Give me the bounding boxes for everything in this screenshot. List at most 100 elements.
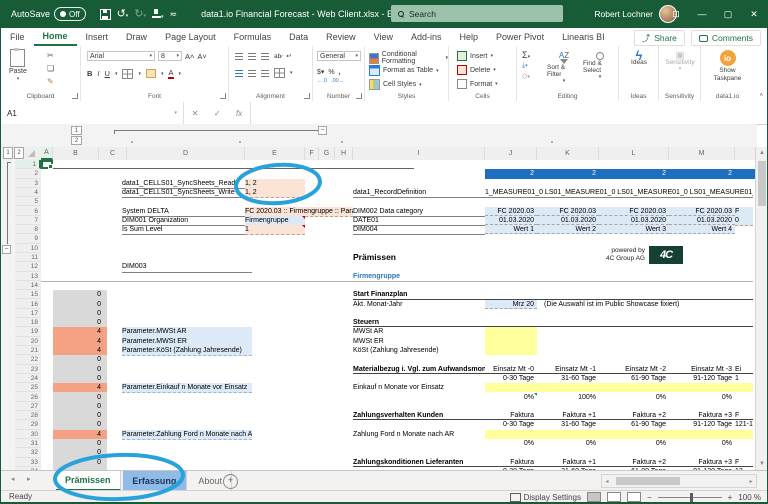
delete-cells-button[interactable]: Delete ▾	[457, 65, 496, 75]
wrap-text-icon[interactable]: ↵	[286, 52, 291, 60]
cell-K8[interactable]: Wert 2	[537, 225, 599, 235]
cell-J29[interactable]: 0-30 Tage	[485, 420, 537, 429]
scroll-up-icon[interactable]: ▲	[756, 147, 767, 159]
row-header-3[interactable]: 3	[15, 179, 41, 188]
cell-I8[interactable]: DIM004	[353, 225, 485, 236]
row-outline-level-1-button[interactable]: 1	[3, 147, 13, 159]
row-header-4[interactable]: 4	[15, 188, 41, 198]
tab-file[interactable]: File	[1, 28, 34, 46]
cell-D30[interactable]: Parameter.Zahlung Ford n Monate nach AR	[122, 429, 252, 440]
row-header-6[interactable]: 6	[15, 207, 41, 216]
cell-B18[interactable]: 0	[53, 318, 107, 327]
cell-D12[interactable]: DIM003	[122, 262, 252, 273]
input-row-yellow[interactable]	[485, 429, 753, 439]
tab-insert[interactable]: Insert	[77, 28, 118, 46]
row-header-28[interactable]: 28	[15, 411, 41, 421]
cell-B23[interactable]: 0	[53, 365, 107, 374]
tab-linearis-bi[interactable]: Linearis BI	[553, 28, 614, 46]
underline-button[interactable]: U	[105, 69, 110, 78]
column-header-B[interactable]: B	[53, 147, 99, 160]
page-layout-view-button[interactable]	[606, 492, 621, 502]
cell-M26[interactable]: 0%	[669, 393, 735, 402]
ribbon-display-options-icon[interactable]: ⊡	[663, 0, 689, 28]
row-header-8[interactable]: 8	[15, 225, 41, 235]
cell-I30[interactable]: Zahlung Ford n Monate nach AR	[353, 430, 485, 439]
tab-draw[interactable]: Draw	[117, 28, 156, 46]
percent-style-icon[interactable]: %	[328, 69, 334, 76]
font-size-select[interactable]: 8 ▾	[158, 51, 182, 61]
merge-caret-icon[interactable]: ▾	[290, 70, 293, 76]
cell-L26[interactable]: 0%	[599, 393, 669, 402]
column-header-K[interactable]: K	[537, 147, 599, 160]
cell-J26[interactable]: 0%	[485, 392, 537, 402]
cell-J6[interactable]: FC 2020.03	[485, 206, 537, 216]
column-header-M[interactable]: M	[669, 147, 735, 160]
cell-B24[interactable]: 0	[53, 374, 107, 383]
insert-function-icon[interactable]: fx	[236, 109, 242, 118]
select-all-button[interactable]	[28, 150, 35, 157]
cell-B16[interactable]: 0	[53, 300, 107, 309]
row-header-15[interactable]: 15	[15, 290, 41, 300]
cell-I25[interactable]: Einkauf n Monate vor Einsatz	[353, 383, 485, 392]
cell-record-definition-values[interactable]: 1_MEASURE01_0 LS01_MEASURE01_0 LS01_MEAS…	[485, 188, 753, 199]
autosum-button[interactable]: Σ▾	[522, 50, 530, 60]
row-header-21[interactable]: 21	[15, 346, 41, 356]
cell-B19[interactable]: 4	[53, 327, 107, 336]
tab-help[interactable]: Help	[451, 28, 488, 46]
row-header-1[interactable]: 1	[15, 160, 41, 170]
cell-J7[interactable]: 01.03.2020	[485, 215, 537, 226]
minimize-icon[interactable]: —	[689, 0, 715, 28]
cell-B22[interactable]: 0	[53, 355, 107, 364]
cell-clipped-29[interactable]: 121-1	[735, 420, 753, 429]
cell-K31[interactable]: 0%	[537, 439, 599, 448]
paste-button[interactable]: Paste ▾	[9, 48, 27, 82]
cell-I13[interactable]: Firmengruppe	[353, 272, 485, 281]
cell-K6[interactable]: FC 2020.03	[537, 206, 599, 216]
align-left-icon[interactable]	[235, 69, 243, 77]
cell-B27[interactable]: 0	[53, 402, 107, 411]
row-header-29[interactable]: 29	[15, 420, 41, 430]
borders-caret-icon[interactable]: ▾	[138, 71, 141, 77]
font-color-caret-icon[interactable]: ▾	[179, 71, 182, 77]
input-row-yellow[interactable]	[485, 383, 753, 393]
row-header-12[interactable]: 12	[15, 262, 41, 272]
cancel-entry-icon[interactable]: ✕	[192, 109, 199, 118]
row-header-17[interactable]: 17	[15, 309, 41, 319]
format-painter-icon[interactable]: ✎	[47, 77, 54, 86]
row-header-19[interactable]: 19	[15, 327, 41, 337]
number-format-select[interactable]: General ▾	[317, 51, 361, 61]
maximize-icon[interactable]: ▢	[715, 0, 741, 28]
clear-button[interactable]: ◇▾	[522, 72, 530, 80]
sheet-grid[interactable]: 0 0 0 0 4 4 4 0 0 0 4 0 0 0 0 4 0 0 0 2 2 2 2 1_MEASURE01_0 LS0…	[41, 160, 757, 470]
scroll-right-icon[interactable]: ▸	[746, 476, 756, 486]
normal-view-button[interactable]	[586, 492, 601, 502]
cell-M6[interactable]: FC 2020.03	[669, 206, 735, 216]
display-settings-button[interactable]: Display Settings	[509, 492, 581, 502]
row-header-31[interactable]: 31	[15, 439, 41, 449]
cell-J31[interactable]: 0%	[485, 439, 537, 448]
cell-J16[interactable]: Mrz 20	[485, 299, 537, 309]
cell-M29[interactable]: 91-120 Tage	[669, 420, 735, 429]
number-dialog-launcher-icon[interactable]	[356, 93, 362, 99]
collapse-rows-button[interactable]: −	[2, 245, 11, 254]
tab-formulas[interactable]: Formulas	[225, 28, 281, 46]
row-outline-level-2-button[interactable]: 2	[14, 147, 24, 159]
name-box[interactable]: A1 ▾	[1, 102, 184, 124]
column-header-I[interactable]: I	[353, 147, 485, 160]
cell-D21[interactable]: Parameter.KöSt (Zahlung Jahresende)	[122, 346, 252, 357]
row-header-23[interactable]: 23	[15, 365, 41, 374]
cell-M24[interactable]: 91-120 Tage	[669, 374, 735, 383]
borders-icon[interactable]	[122, 68, 134, 79]
column-header-G[interactable]: G	[319, 147, 335, 160]
zoom-out-button[interactable]: −	[647, 493, 652, 502]
cell-B17[interactable]: 0	[53, 309, 107, 318]
comments-button[interactable]: Comments	[690, 30, 761, 46]
cell-B33[interactable]: 0	[53, 458, 107, 467]
cell-I4[interactable]: data1_RecordDefinition	[353, 188, 485, 199]
new-sheet-button[interactable]: +	[223, 474, 238, 489]
conditional-formatting-button[interactable]: Conditional Formatting ▾	[369, 51, 448, 65]
cell-K7[interactable]: 01.03.2020	[537, 215, 599, 226]
row-header-18[interactable]: 18	[15, 318, 41, 328]
cell-L6[interactable]: FC 2020.03	[599, 206, 669, 216]
search-input[interactable]: Search	[391, 5, 563, 22]
